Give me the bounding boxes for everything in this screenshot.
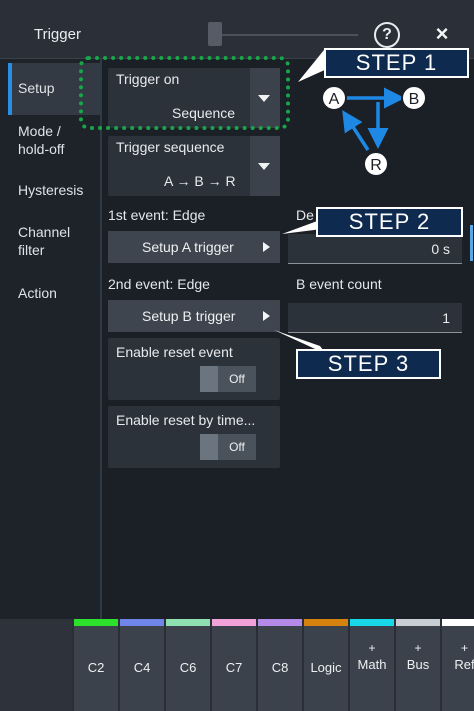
trigger-sequence-label: Trigger sequence bbox=[116, 139, 225, 155]
channel-label: C8 bbox=[271, 660, 289, 675]
chevron-right-icon bbox=[263, 311, 270, 321]
dialog-title: Trigger bbox=[34, 26, 81, 43]
setup-a-trigger-button[interactable]: Setup A trigger bbox=[108, 231, 280, 263]
toggle-knob bbox=[200, 434, 218, 460]
toggle-knob bbox=[200, 366, 218, 392]
active-indicator bbox=[8, 63, 12, 115]
channel-color-strip bbox=[74, 619, 118, 626]
channel-color-strip bbox=[212, 619, 256, 626]
setup-b-trigger-label: Setup B trigger bbox=[142, 308, 236, 324]
sidebar-item-mode-hold-off[interactable]: Mode / hold-off bbox=[18, 122, 88, 158]
step1-callout: STEP 1 bbox=[324, 48, 469, 78]
channel-color-strip bbox=[258, 619, 302, 626]
plus-icon: + bbox=[414, 641, 422, 655]
dialog-drag-track bbox=[208, 34, 358, 36]
channel-c7-button[interactable]: C7 bbox=[211, 619, 256, 711]
reset-event-label: Enable reset event bbox=[116, 344, 233, 360]
channel-color-strip bbox=[166, 619, 210, 626]
chevron-right-icon bbox=[263, 242, 270, 252]
channel-label: C4 bbox=[133, 660, 151, 675]
trigger-dialog: Trigger ? × Setup Mode / hold-off Hyster… bbox=[0, 0, 474, 711]
channel-c8-button[interactable]: C8 bbox=[257, 619, 302, 711]
trigger-sequence-value: A → B → R bbox=[164, 173, 236, 189]
event2-label: 2nd event: Edge bbox=[108, 276, 210, 292]
channel-label: C2 bbox=[87, 660, 105, 675]
chevron-down-icon bbox=[258, 163, 270, 170]
toggle-state: Off bbox=[218, 366, 256, 392]
channel-color-strip bbox=[442, 619, 474, 626]
trigger-sequence-select[interactable]: Trigger sequence A → B → R bbox=[108, 136, 280, 196]
reset-event-toggle[interactable]: Off bbox=[200, 366, 256, 392]
channel-bar: C2 C4 C6 C7 C8 Logic + Math + Bus + Ref bbox=[0, 619, 474, 711]
channel-color-strip bbox=[304, 619, 348, 626]
toggle-state: Off bbox=[218, 434, 256, 460]
plus-icon: + bbox=[368, 641, 376, 655]
setup-b-trigger-button[interactable]: Setup B trigger bbox=[108, 300, 280, 332]
add-math-button[interactable]: + Math bbox=[349, 619, 394, 711]
channel-label: Ref bbox=[454, 657, 474, 672]
sidebar-item-hysteresis[interactable]: Hysteresis bbox=[18, 181, 83, 199]
event1-label: 1st event: Edge bbox=[108, 207, 206, 223]
step1-highlight bbox=[79, 56, 290, 130]
sidebar-item-channel-filter[interactable]: Channel filter bbox=[18, 223, 84, 259]
reset-timeout-label: Enable reset by time... bbox=[116, 412, 256, 428]
add-bus-button[interactable]: + Bus bbox=[395, 619, 440, 711]
step2-callout: STEP 2 bbox=[316, 207, 463, 237]
dialog-drag-handle[interactable] bbox=[208, 22, 222, 46]
channel-bar-blank bbox=[0, 619, 72, 711]
reset-timeout-toggle[interactable]: Off bbox=[200, 434, 256, 460]
trigger-sequence-dropdown-button[interactable] bbox=[250, 136, 280, 196]
sidebar-item-setup-label[interactable]: Setup bbox=[18, 79, 55, 97]
channel-c6-button[interactable]: C6 bbox=[165, 619, 210, 711]
logic-button[interactable]: Logic bbox=[303, 619, 348, 711]
channel-label: Bus bbox=[406, 657, 430, 672]
callout-pointers bbox=[282, 50, 338, 234]
channel-color-strip bbox=[350, 619, 394, 626]
sidebar-item-action[interactable]: Action bbox=[18, 284, 57, 302]
channel-c4-button[interactable]: C4 bbox=[119, 619, 164, 711]
channel-label: C6 bbox=[179, 660, 197, 675]
channel-c2-button[interactable]: C2 bbox=[73, 619, 118, 711]
channel-color-strip bbox=[120, 619, 164, 626]
channel-label: Logic bbox=[310, 660, 342, 675]
setup-a-trigger-label: Setup A trigger bbox=[142, 239, 234, 255]
step3-callout: STEP 3 bbox=[296, 349, 441, 379]
channel-label: Math bbox=[357, 657, 387, 672]
channel-label: C7 bbox=[225, 660, 243, 675]
edge-marker bbox=[470, 225, 473, 261]
add-ref-button[interactable]: + Ref bbox=[441, 619, 474, 711]
channel-color-strip bbox=[396, 619, 440, 626]
plus-icon: + bbox=[460, 641, 468, 655]
